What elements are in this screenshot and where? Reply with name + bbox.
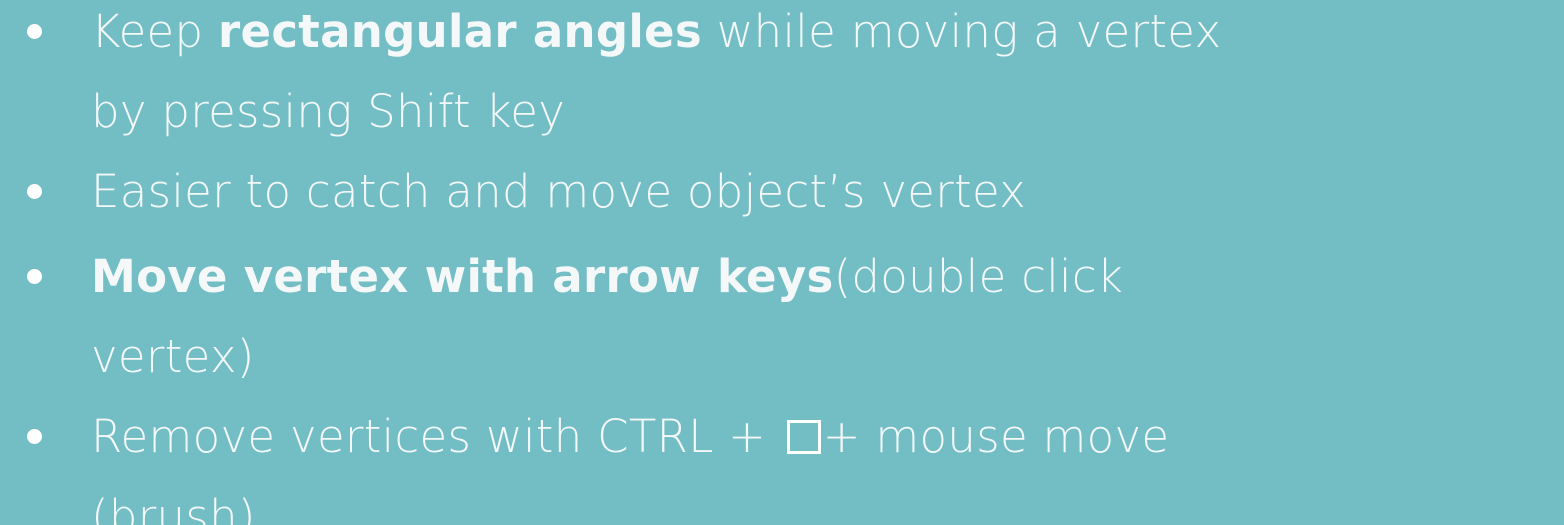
bullet-text: (double click xyxy=(833,250,1124,303)
bullet-item-arrow-keys: Move vertex with arrow keys(double click… xyxy=(0,247,1123,387)
bullet-line: Keep rectangular angles while moving a v… xyxy=(91,2,1221,62)
bullet-bold-text: Move vertex with arrow keys xyxy=(91,250,834,303)
bullet-item-easier-catch: Easier to catch and move object’s vertex xyxy=(0,162,1026,222)
bullet-text: while moving a vertex xyxy=(701,5,1222,58)
bullet-item-rectangular-angles: Keep rectangular angles while moving a v… xyxy=(0,2,1221,142)
bullet-text: + mouse move xyxy=(822,410,1170,463)
bullet-text: vertex) xyxy=(91,330,255,383)
bullet-dot xyxy=(27,24,42,39)
square-brush-icon xyxy=(786,420,821,454)
bullet-text: by pressing Shift key xyxy=(91,85,566,138)
bullet-line: by pressing Shift key xyxy=(91,82,1221,142)
bullet-text: Remove vertices with CTRL + xyxy=(91,410,781,463)
bullet-line: Remove vertices with CTRL + + mouse move xyxy=(91,407,1169,467)
bullet-text: Easier to catch and move object’s vertex xyxy=(91,165,1027,218)
bullet-line: (brush) xyxy=(91,487,1169,525)
bullet-text: Keep xyxy=(91,5,219,58)
bullet-dot xyxy=(27,269,42,284)
bullet-line: vertex) xyxy=(91,327,1123,387)
slide-background: Keep rectangular angles while moving a v… xyxy=(0,0,1564,525)
bullet-item-remove-vertices: Remove vertices with CTRL + + mouse move… xyxy=(0,407,1169,525)
bullet-line: Easier to catch and move object’s vertex xyxy=(91,162,1026,222)
bullet-bold-text: rectangular angles xyxy=(218,5,702,58)
bullet-dot xyxy=(27,184,42,199)
bullet-text: (brush) xyxy=(91,490,256,525)
bullet-line: Move vertex with arrow keys(double click xyxy=(91,247,1123,307)
bullet-dot xyxy=(27,429,42,444)
